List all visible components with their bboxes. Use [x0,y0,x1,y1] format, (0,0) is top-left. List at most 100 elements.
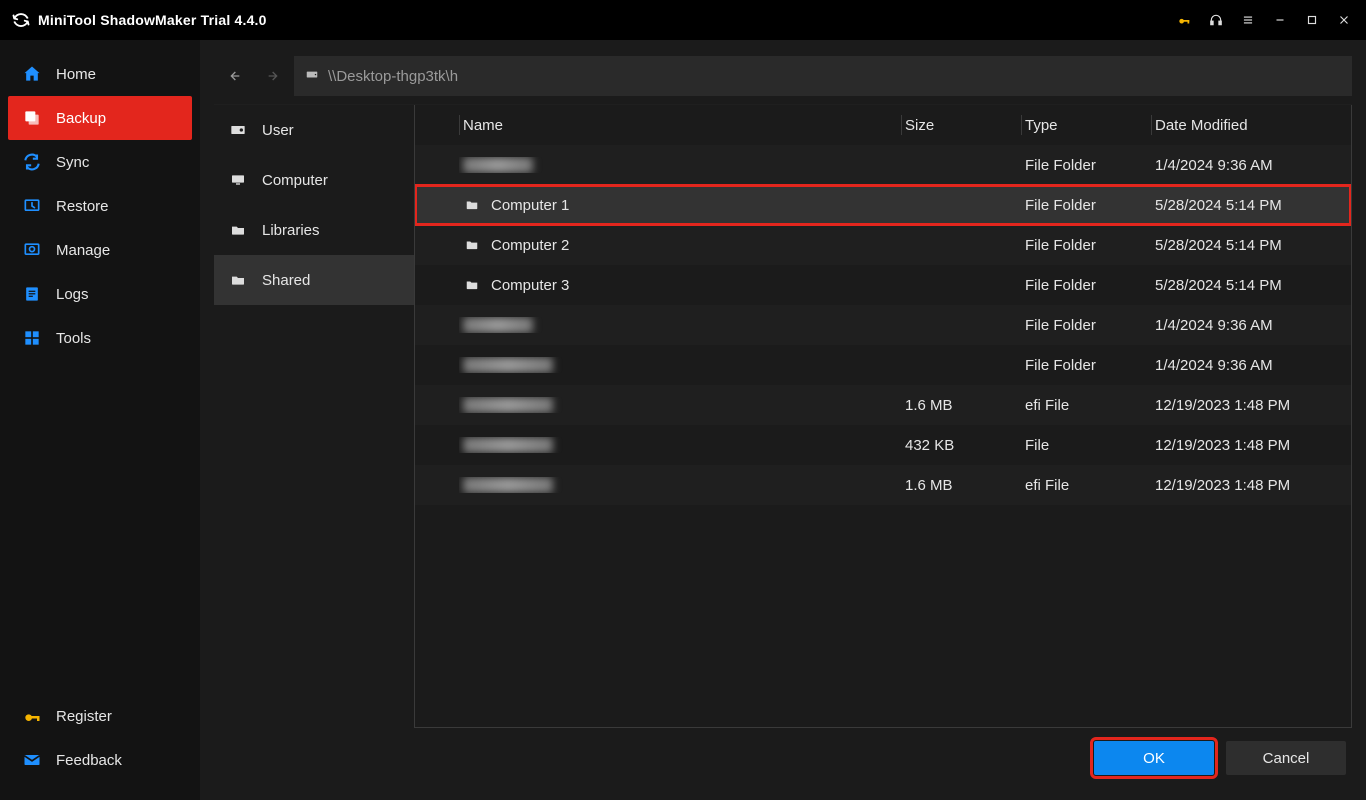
sidebar-item-label: Home [56,66,96,83]
sidebar-item-home[interactable]: Home [8,52,192,96]
dialog-footer: OK Cancel [214,728,1352,788]
sidebar-item-feedback[interactable]: Feedback [8,738,192,782]
file-size: 1.6 MB [901,477,1021,494]
folder-item-label: Shared [262,272,310,289]
file-name [459,317,901,333]
sidebar-item-logs[interactable]: Logs [8,272,192,316]
file-name [459,397,901,413]
col-size[interactable]: Size [901,105,1021,145]
app-title: MiniTool ShadowMaker Trial 4.4.0 [38,12,267,28]
file-row[interactable]: Computer 2 File Folder5/28/2024 5:14 PM [415,225,1351,265]
nav-back-button[interactable] [214,56,254,96]
file-header: Name Size Type Date Modified [415,105,1351,145]
file-type: File Folder [1021,157,1151,174]
titlebar-maximize-icon[interactable] [1298,6,1326,34]
folder-item-label: Computer [262,172,328,189]
file-date: 5/28/2024 5:14 PM [1151,277,1351,294]
file-row[interactable]: File Folder1/4/2024 9:36 AM [415,345,1351,385]
folder-item-label: Libraries [262,222,320,239]
folder-item-libraries[interactable]: Libraries [214,205,414,255]
sidebar-item-label: Feedback [56,752,122,769]
backup-icon [22,108,42,128]
logs-icon [22,284,42,304]
computer-icon [228,172,248,188]
nav-forward-button[interactable] [254,56,294,96]
file-name [459,477,901,493]
sidebar-item-backup[interactable]: Backup [8,96,192,140]
sync-icon [22,152,42,172]
home-icon [22,64,42,84]
sidebar-item-tools[interactable]: Tools [8,316,192,360]
sidebar-item-label: Tools [56,330,91,347]
folder-item-user[interactable]: User [214,105,414,155]
sidebar: Home Backup Sync Restore Manage Logs Too… [0,40,200,800]
file-type: File Folder [1021,237,1151,254]
key-icon [22,706,42,726]
titlebar-close-icon[interactable] [1330,6,1358,34]
file-pane: Name Size Type Date Modified File Folder… [414,105,1352,728]
manage-icon [22,240,42,260]
folder-item-shared[interactable]: Shared [214,255,414,305]
sidebar-item-label: Logs [56,286,89,303]
file-type: efi File [1021,397,1151,414]
sidebar-item-label: Backup [56,110,106,127]
file-row[interactable]: Computer 1 File Folder5/28/2024 5:14 PM [415,185,1351,225]
file-date: 12/19/2023 1:48 PM [1151,397,1351,414]
folder-item-computer[interactable]: Computer [214,155,414,205]
file-name: Computer 1 [459,197,901,214]
sidebar-item-label: Restore [56,198,109,215]
file-date: 1/4/2024 9:36 AM [1151,157,1351,174]
restore-icon [22,196,42,216]
file-type: File Folder [1021,357,1151,374]
file-date: 1/4/2024 9:36 AM [1151,317,1351,334]
file-row[interactable]: File Folder1/4/2024 9:36 AM [415,145,1351,185]
file-type: File [1021,437,1151,454]
file-row[interactable]: 1.6 MBefi File12/19/2023 1:48 PM [415,385,1351,425]
file-date: 12/19/2023 1:48 PM [1151,477,1351,494]
file-date: 5/28/2024 5:14 PM [1151,237,1351,254]
user-folder-icon [228,122,248,138]
col-name[interactable]: Name [459,105,901,145]
file-type: File Folder [1021,197,1151,214]
folder-item-label: User [262,122,294,139]
sidebar-item-label: Manage [56,242,110,259]
titlebar-key-icon[interactable] [1170,6,1198,34]
file-size: 1.6 MB [901,397,1021,414]
mail-icon [22,750,42,770]
titlebar-menu-icon[interactable] [1234,6,1262,34]
file-name: Computer 2 [459,237,901,254]
col-type[interactable]: Type [1021,105,1151,145]
file-date: 12/19/2023 1:48 PM [1151,437,1351,454]
drive-icon [304,67,320,85]
titlebar-headset-icon[interactable] [1202,6,1230,34]
folders-panel: User Computer Libraries Shared [214,105,414,728]
content-pane: \\Desktop-thgp3tk\h User Computer [200,40,1366,800]
sidebar-item-manage[interactable]: Manage [8,228,192,272]
file-row[interactable]: File Folder1/4/2024 9:36 AM [415,305,1351,345]
sidebar-item-restore[interactable]: Restore [8,184,192,228]
file-type: File Folder [1021,277,1151,294]
app-logo-icon [12,11,30,29]
file-name [459,157,901,173]
file-type: File Folder [1021,317,1151,334]
ok-button[interactable]: OK [1094,741,1214,775]
file-row[interactable]: Computer 3 File Folder5/28/2024 5:14 PM [415,265,1351,305]
file-date: 5/28/2024 5:14 PM [1151,197,1351,214]
file-name: Computer 3 [459,277,901,294]
path-field[interactable]: \\Desktop-thgp3tk\h [294,56,1352,96]
titlebar: MiniTool ShadowMaker Trial 4.4.0 [0,0,1366,40]
file-list: File Folder1/4/2024 9:36 AMComputer 1Fil… [415,145,1351,727]
libraries-icon [228,222,248,238]
sidebar-item-label: Register [56,708,112,725]
file-row[interactable]: 1.6 MBefi File12/19/2023 1:48 PM [415,465,1351,505]
file-name [459,437,901,453]
col-date[interactable]: Date Modified [1151,105,1351,145]
file-date: 1/4/2024 9:36 AM [1151,357,1351,374]
file-size: 432 KB [901,437,1021,454]
cancel-button[interactable]: Cancel [1226,741,1346,775]
sidebar-item-sync[interactable]: Sync [8,140,192,184]
titlebar-minimize-icon[interactable] [1266,6,1294,34]
sidebar-item-register[interactable]: Register [8,694,192,738]
file-row[interactable]: 432 KBFile12/19/2023 1:48 PM [415,425,1351,465]
sidebar-item-label: Sync [56,154,89,171]
